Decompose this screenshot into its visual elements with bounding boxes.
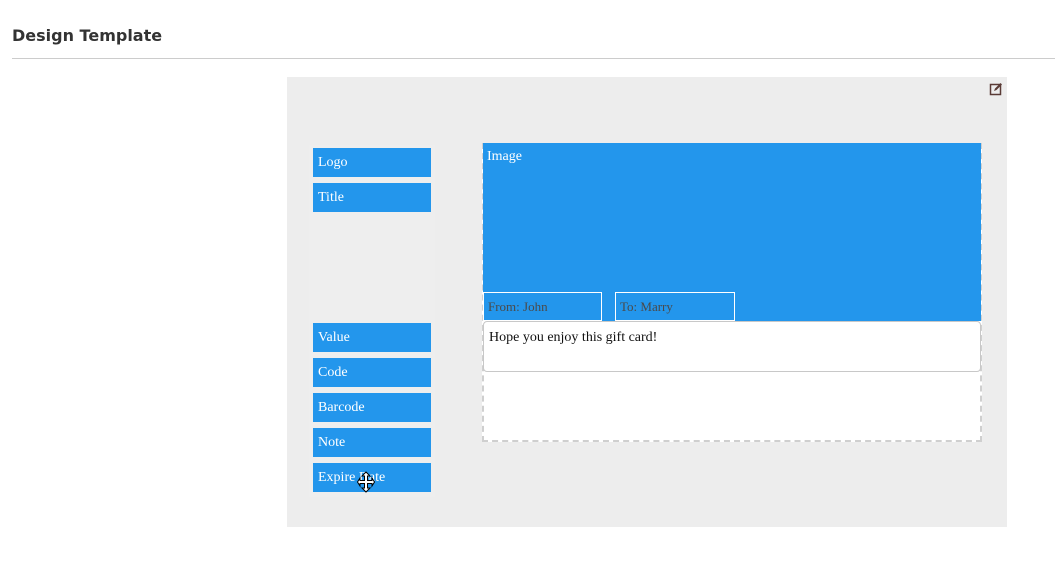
image-block[interactable]: Image From: John To: Marry	[483, 143, 981, 321]
section-title: Design Template	[12, 26, 163, 45]
field-value[interactable]: Value	[313, 323, 431, 352]
design-canvas: Logo Title Value Code Barcode Note Expir…	[287, 77, 1007, 527]
section-divider	[12, 58, 1055, 59]
field-expire-date[interactable]: Expire Date	[313, 463, 431, 492]
field-palette: Logo Title Value Code Barcode Note Expir…	[309, 145, 435, 497]
message-box[interactable]: Hope you enjoy this gift card!	[483, 321, 981, 372]
edit-icon[interactable]	[989, 81, 1003, 96]
field-barcode[interactable]: Barcode	[313, 393, 431, 422]
field-note[interactable]: Note	[313, 428, 431, 457]
image-label: Image	[487, 149, 522, 164]
field-code[interactable]: Code	[313, 358, 431, 387]
to-field[interactable]: To: Marry	[615, 292, 735, 321]
from-field[interactable]: From: John	[483, 292, 602, 321]
field-title[interactable]: Title	[313, 183, 431, 212]
field-logo[interactable]: Logo	[313, 148, 431, 177]
